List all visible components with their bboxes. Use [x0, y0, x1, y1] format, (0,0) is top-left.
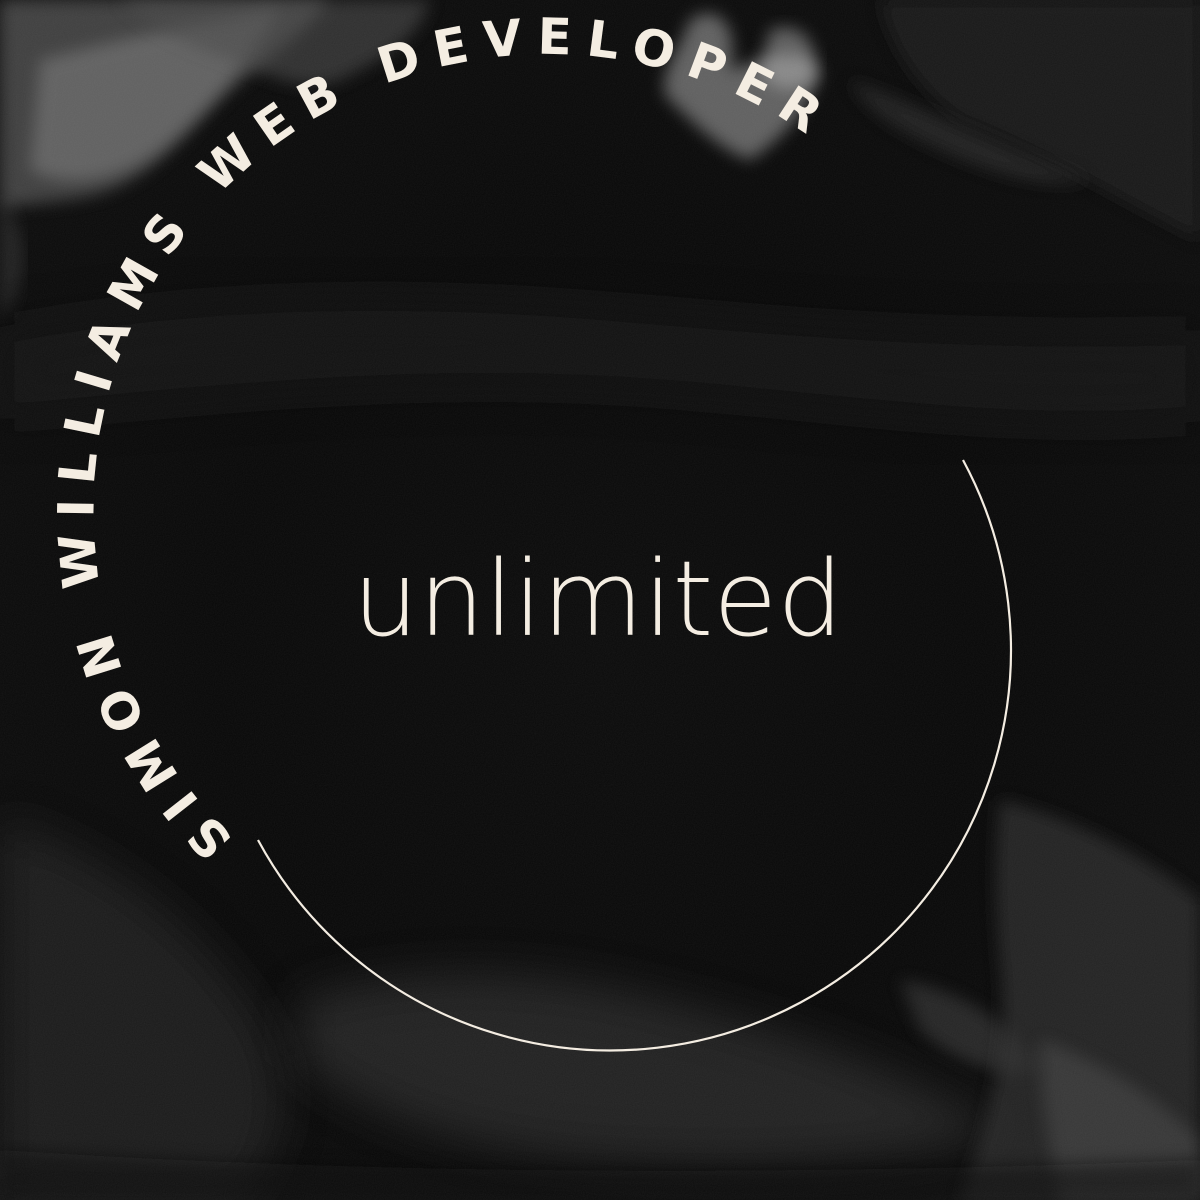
circular-logo-badge: SIMON WILLIAMS WEB DEVELOPER unlimited: [47, 8, 1013, 1052]
arc-text: SIMON WILLIAMS WEB DEVELOPER: [47, 8, 844, 871]
arc-text-path: SIMON WILLIAMS WEB DEVELOPER: [47, 8, 830, 871]
center-wordmark: unlimited: [353, 538, 844, 660]
badge-canvas: SIMON WILLIAMS WEB DEVELOPER unlimited: [0, 0, 1200, 1200]
